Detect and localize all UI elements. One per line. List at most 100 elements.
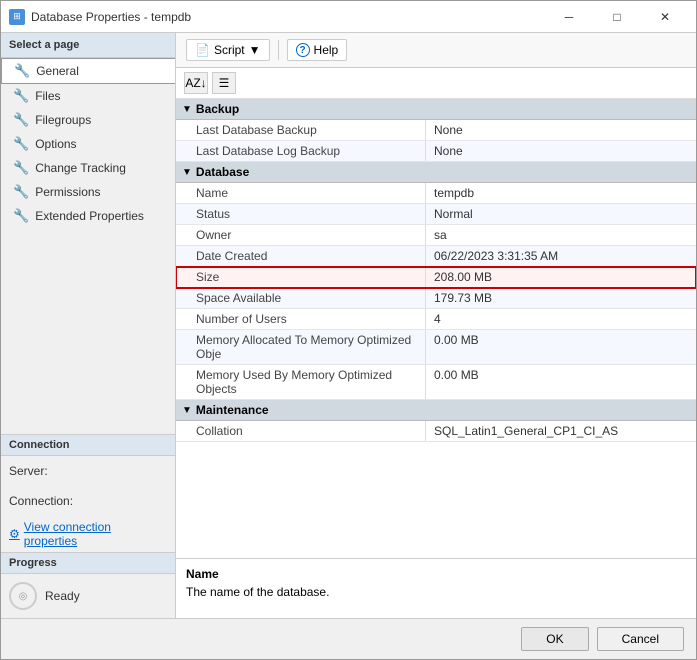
filegroups-icon: 🔧 xyxy=(13,112,29,128)
prop-label-mem-used: Memory Used By Memory Optimized Objects xyxy=(176,365,426,399)
database-chevron[interactable]: ▼ xyxy=(182,167,192,178)
prop-value-size: 208.00 MB xyxy=(426,267,696,287)
sidebar-item-label-change-tracking: Change Tracking xyxy=(35,161,126,175)
connection-info: Connection: xyxy=(1,486,175,516)
prop-label-status: Status xyxy=(176,204,426,224)
prop-value-owner: sa xyxy=(426,225,696,245)
prop-row-last-db-backup: Last Database Backup None xyxy=(176,120,696,141)
window-title: Database Properties - tempdb xyxy=(31,10,191,24)
connection-link-icon: ⚙ xyxy=(9,527,20,541)
database-properties-window: ⊞ Database Properties - tempdb ─ □ ✕ Sel… xyxy=(0,0,697,660)
prop-value-mem-used: 0.00 MB xyxy=(426,365,696,399)
prop-value-date-created: 06/22/2023 3:31:35 AM xyxy=(426,246,696,266)
sidebar-item-files[interactable]: 🔧 Files xyxy=(1,84,175,108)
main-content: Select a page 🔧 General 🔧 Files 🔧 Filegr… xyxy=(1,33,696,618)
status-label: Ready xyxy=(45,589,80,603)
prop-label-last-db-log-backup: Last Database Log Backup xyxy=(176,141,426,161)
maximize-button[interactable]: □ xyxy=(594,1,640,33)
sidebar-item-extended-properties[interactable]: 🔧 Extended Properties xyxy=(1,204,175,228)
prop-value-name: tempdb xyxy=(426,183,696,203)
progress-label: Progress xyxy=(1,552,175,574)
script-button[interactable]: 📄 Script ▼ xyxy=(186,39,270,61)
prop-value-last-db-log-backup: None xyxy=(426,141,696,161)
sidebar-item-options[interactable]: 🔧 Options xyxy=(1,132,175,156)
group-header-backup: ▼ Backup xyxy=(176,99,696,120)
minimize-button[interactable]: ─ xyxy=(546,1,592,33)
prop-label-last-db-backup: Last Database Backup xyxy=(176,120,426,140)
sidebar-item-label-permissions: Permissions xyxy=(35,185,100,199)
maintenance-chevron[interactable]: ▼ xyxy=(182,405,192,416)
connection-label: Connection xyxy=(1,434,175,456)
main-panel: 📄 Script ▼ ? Help AZ↓ ☰ xyxy=(176,33,696,618)
progress-info: ◎ Ready xyxy=(1,574,175,618)
backup-chevron[interactable]: ▼ xyxy=(182,104,192,115)
prop-row-name: Name tempdb xyxy=(176,183,696,204)
extended-properties-icon: 🔧 xyxy=(13,208,29,224)
close-button[interactable]: ✕ xyxy=(642,1,688,33)
prop-row-collation: Collation SQL_Latin1_General_CP1_CI_AS xyxy=(176,421,696,442)
help-icon: ? xyxy=(296,43,310,57)
description-area: Name The name of the database. xyxy=(176,558,696,618)
files-icon: 🔧 xyxy=(13,88,29,104)
group-header-maintenance: ▼ Maintenance xyxy=(176,400,696,421)
sidebar-item-label-files: Files xyxy=(35,89,60,103)
script-label: Script xyxy=(214,43,245,57)
cancel-button[interactable]: Cancel xyxy=(597,627,684,651)
general-icon: 🔧 xyxy=(14,63,30,79)
main-toolbar: 📄 Script ▼ ? Help xyxy=(176,33,696,68)
prop-row-status: Status Normal xyxy=(176,204,696,225)
sort-cat-button[interactable]: ☰ xyxy=(212,72,236,94)
permissions-icon: 🔧 xyxy=(13,184,29,200)
sidebar-header: Select a page xyxy=(1,33,175,58)
sidebar-item-change-tracking[interactable]: 🔧 Change Tracking xyxy=(1,156,175,180)
view-connection-link[interactable]: ⚙ View connection properties xyxy=(1,516,175,552)
title-bar: ⊞ Database Properties - tempdb ─ □ ✕ xyxy=(1,1,696,33)
window-controls: ─ □ ✕ xyxy=(546,1,688,33)
script-dropdown-icon: ▼ xyxy=(249,43,261,57)
sidebar-item-label-general: General xyxy=(36,64,79,78)
description-text: The name of the database. xyxy=(186,585,686,599)
sort-cat-icon: ☰ xyxy=(219,76,230,90)
prop-value-status: Normal xyxy=(426,204,696,224)
view-connection-label: View connection properties xyxy=(24,520,167,548)
ok-button[interactable]: OK xyxy=(521,627,588,651)
prop-value-last-db-backup: None xyxy=(426,120,696,140)
app-icon: ⊞ xyxy=(9,9,25,25)
prop-label-num-users: Number of Users xyxy=(176,309,426,329)
prop-label-name: Name xyxy=(176,183,426,203)
prop-label-collation: Collation xyxy=(176,421,426,441)
group-maintenance-label: Maintenance xyxy=(196,403,269,417)
progress-section: Progress ◎ Ready xyxy=(1,552,175,618)
prop-label-date-created: Date Created xyxy=(176,246,426,266)
sidebar-item-general[interactable]: 🔧 General xyxy=(1,58,175,84)
group-backup-label: Backup xyxy=(196,102,239,116)
footer: OK Cancel xyxy=(1,618,696,659)
sidebar-item-permissions[interactable]: 🔧 Permissions xyxy=(1,180,175,204)
prop-label-mem-alloc: Memory Allocated To Memory Optimized Obj… xyxy=(176,330,426,364)
prop-row-date-created: Date Created 06/22/2023 3:31:35 AM xyxy=(176,246,696,267)
sidebar-spacer xyxy=(1,228,175,422)
toolbar-divider xyxy=(278,40,279,60)
description-title: Name xyxy=(186,567,686,581)
prop-value-mem-alloc: 0.00 MB xyxy=(426,330,696,364)
prop-value-space-available: 179.73 MB xyxy=(426,288,696,308)
prop-row-mem-alloc: Memory Allocated To Memory Optimized Obj… xyxy=(176,330,696,365)
sort-alpha-button[interactable]: AZ↓ xyxy=(184,72,208,94)
prop-label-size: Size xyxy=(176,267,426,287)
sidebar-item-label-options: Options xyxy=(35,137,76,151)
prop-row-owner: Owner sa xyxy=(176,225,696,246)
prop-value-collation: SQL_Latin1_General_CP1_CI_AS xyxy=(426,421,696,441)
prop-row-last-db-log-backup: Last Database Log Backup None xyxy=(176,141,696,162)
prop-value-num-users: 4 xyxy=(426,309,696,329)
prop-label-owner: Owner xyxy=(176,225,426,245)
property-toolbar: AZ↓ ☰ xyxy=(176,68,696,99)
prop-row-size: Size 208.00 MB xyxy=(176,267,696,288)
help-label: Help xyxy=(314,43,339,57)
properties-area: ▼ Backup Last Database Backup None Last … xyxy=(176,99,696,558)
options-icon: 🔧 xyxy=(13,136,29,152)
group-header-database: ▼ Database xyxy=(176,162,696,183)
server-label: Server: xyxy=(9,464,48,478)
help-button[interactable]: ? Help xyxy=(287,39,348,61)
script-icon: 📄 xyxy=(195,43,210,57)
sidebar-item-filegroups[interactable]: 🔧 Filegroups xyxy=(1,108,175,132)
